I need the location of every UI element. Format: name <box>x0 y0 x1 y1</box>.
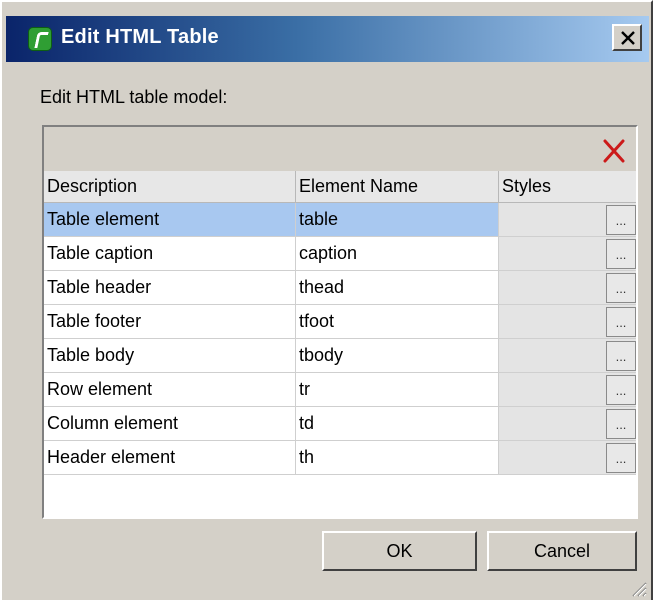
description-cell[interactable]: Header element <box>44 441 296 474</box>
edit-styles-button[interactable]: ... <box>606 341 636 371</box>
description-cell[interactable]: Table caption <box>44 237 296 270</box>
table-row[interactable]: Table header thead ... <box>44 271 636 305</box>
close-button[interactable] <box>612 24 642 51</box>
close-icon <box>621 31 635 45</box>
table-row[interactable]: Column element td ... <box>44 407 636 441</box>
cancel-button[interactable]: Cancel <box>487 531 637 571</box>
app-icon <box>28 27 52 51</box>
column-header-element-name[interactable]: Element Name <box>296 171 499 202</box>
dialog-title: Edit HTML Table <box>61 26 219 48</box>
ok-button[interactable]: OK <box>322 531 477 571</box>
delete-row-button[interactable] <box>599 136 629 166</box>
description-cell[interactable]: Table body <box>44 339 296 372</box>
styles-cell: ... <box>499 305 636 338</box>
edit-styles-button[interactable]: ... <box>606 239 636 269</box>
table-row[interactable]: Header element th ... <box>44 441 636 475</box>
element-name-cell[interactable]: caption <box>296 237 499 270</box>
column-header-styles[interactable]: Styles <box>499 171 636 202</box>
description-cell[interactable]: Table element <box>44 203 296 236</box>
table-row[interactable]: Table element table ... <box>44 203 636 237</box>
styles-cell: ... <box>499 441 636 474</box>
styles-cell: ... <box>499 373 636 406</box>
styles-cell: ... <box>499 237 636 270</box>
element-name-cell[interactable]: tbody <box>296 339 499 372</box>
table-row[interactable]: Table body tbody ... <box>44 339 636 373</box>
styles-cell: ... <box>499 407 636 440</box>
edit-styles-button[interactable]: ... <box>606 307 636 337</box>
table-model-label: Edit HTML table model: <box>40 87 228 107</box>
element-name-cell[interactable]: th <box>296 441 499 474</box>
resize-grip-icon[interactable] <box>629 579 647 597</box>
table-row[interactable]: Table footer tfoot ... <box>44 305 636 339</box>
title-bar[interactable]: Edit HTML Table <box>6 16 649 62</box>
column-header-row: Description Element Name Styles <box>44 171 636 203</box>
table-rows: Table element table ... Table caption ca… <box>44 203 636 475</box>
table-model-grid: Description Element Name Styles Table el… <box>42 125 638 519</box>
column-header-description[interactable]: Description <box>44 171 296 202</box>
styles-cell: ... <box>499 271 636 304</box>
styles-cell: ... <box>499 339 636 372</box>
edit-styles-button[interactable]: ... <box>606 409 636 439</box>
element-name-cell[interactable]: table <box>296 203 499 236</box>
element-name-cell[interactable]: tfoot <box>296 305 499 338</box>
delete-x-icon <box>603 139 625 163</box>
description-cell[interactable]: Table footer <box>44 305 296 338</box>
edit-styles-button[interactable]: ... <box>606 443 636 473</box>
styles-cell: ... <box>499 203 636 236</box>
grid-toolbar <box>44 127 636 171</box>
element-name-cell[interactable]: tr <box>296 373 499 406</box>
description-cell[interactable]: Row element <box>44 373 296 406</box>
edit-styles-button[interactable]: ... <box>606 375 636 405</box>
table-row[interactable]: Table caption caption ... <box>44 237 636 271</box>
element-name-cell[interactable]: td <box>296 407 499 440</box>
description-cell[interactable]: Table header <box>44 271 296 304</box>
edit-styles-button[interactable]: ... <box>606 205 636 235</box>
description-cell[interactable]: Column element <box>44 407 296 440</box>
table-row[interactable]: Row element tr ... <box>44 373 636 407</box>
element-name-cell[interactable]: thead <box>296 271 499 304</box>
edit-styles-button[interactable]: ... <box>606 273 636 303</box>
edit-html-table-dialog: Edit HTML Table Edit HTML table model: D… <box>0 0 653 600</box>
